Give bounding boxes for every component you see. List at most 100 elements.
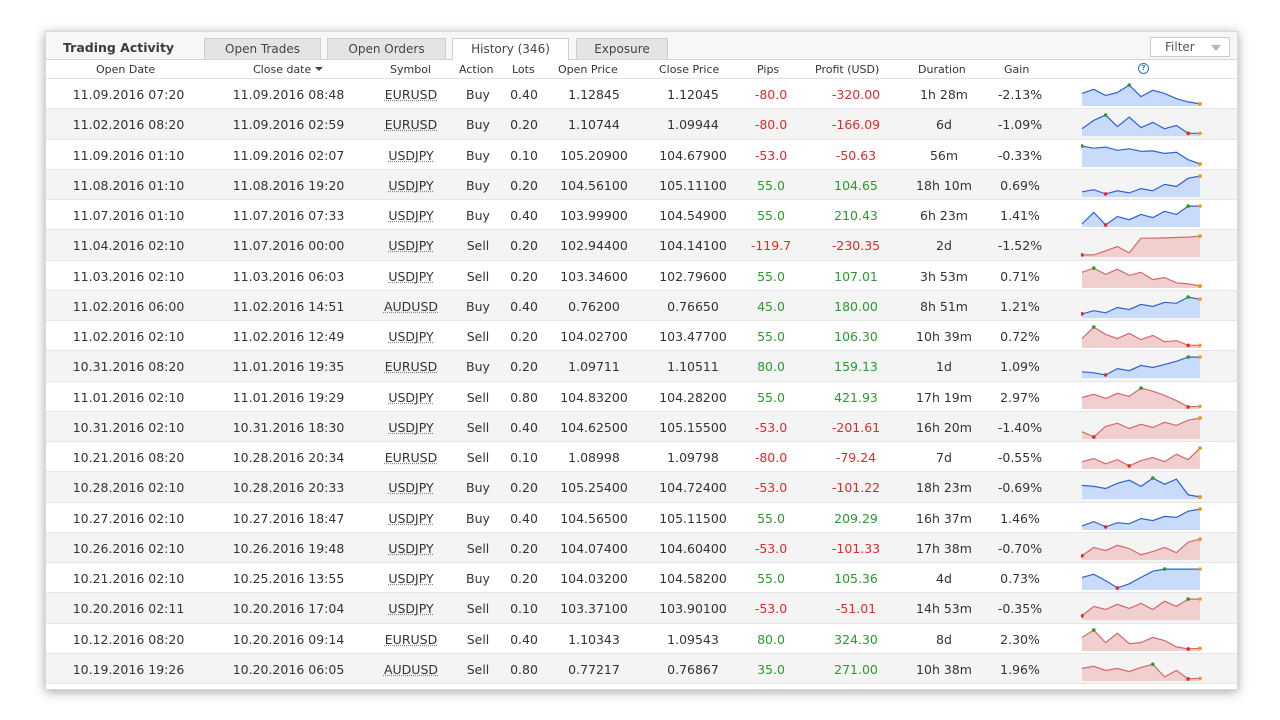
cell-lots: 0.80 [510,661,538,677]
cell-profit: -50.63 [835,147,877,163]
cell-symbol[interactable]: USDJPY [376,571,446,586]
col-profit[interactable]: Profit (USD) [815,63,879,76]
cell-close-date: 11.09.2016 02:07 [232,147,345,163]
sparkline-area [1082,478,1200,500]
col-symbol[interactable]: Symbol [390,63,431,76]
cell-lots: 0.20 [510,238,538,254]
table-row[interactable]: 10.21.2016 02:10 10.25.2016 13:55 USDJPY Bu… [46,563,1237,594]
cell-action: Sell [466,329,490,344]
table-row[interactable]: 11.01.2016 02:10 11.01.2016 19:29 USDJPY Se… [46,382,1237,412]
cell-symbol[interactable]: USDJPY [376,178,446,193]
cell-pips: -53.0 [754,147,788,163]
table-row[interactable]: 11.02.2016 06:00 11.02.2016 14:51 AUDUSD Bu… [46,290,1237,321]
cell-symbol[interactable]: AUDUSD [376,662,446,677]
table-row[interactable]: 10.26.2016 02:10 10.26.2016 19:48 USDJPY Se… [46,532,1237,563]
table-row[interactable]: 11.09.2016 01:10 11.09.2016 02:07 USDJPY Bu… [46,140,1237,170]
col-action[interactable]: Action [459,63,493,76]
col-duration[interactable]: Duration [918,63,966,76]
cell-action: Buy [466,117,490,133]
sparkline-end-dot [1198,446,1202,450]
col-close-price[interactable]: Close Price [659,63,719,76]
cell-symbol[interactable]: USDJPY [376,208,446,223]
sparkline-low-dot [1103,191,1108,196]
cell-open-price: 104.83200 [560,389,628,405]
table-row[interactable]: 11.08.2016 01:10 11.08.2016 19:20 USDJPY Bu… [46,169,1237,200]
cell-pips: 35.0 [757,661,785,677]
trade-sparkline [1081,83,1202,106]
sparkline-end-dot [1198,297,1202,301]
tab-open-orders[interactable]: Open Orders [327,38,446,59]
cell-duration: 1d [936,359,952,375]
table-row[interactable]: 10.28.2016 02:10 10.28.2016 20:33 USDJPY Bu… [46,472,1237,503]
trade-sparkline [1081,325,1202,348]
table-row[interactable]: 10.20.2016 02:11 10.20.2016 17:04 USDJPY Se… [46,593,1237,624]
tab-exposure[interactable]: Exposure [576,38,668,59]
table-row[interactable]: 11.07.2016 01:10 11.07.2016 07:33 USDJPY Bu… [46,200,1237,231]
table-row[interactable]: 11.03.2016 02:10 11.03.2016 06:03 USDJPY Se… [46,261,1237,291]
cell-close-price: 104.72400 [659,480,727,496]
cell-close-date: 11.09.2016 08:48 [232,87,345,102]
cell-pips: -53.0 [754,601,788,617]
cell-gain: 1.96% [1000,661,1040,677]
filter-label: Filter [1165,40,1195,54]
cell-symbol[interactable]: USDJPY [376,269,446,284]
table-row[interactable]: 11.04.2016 02:10 11.07.2016 00:00 USDJPY Se… [46,230,1237,261]
col-open-price[interactable]: Open Price [558,63,618,76]
cell-close-price: 1.12045 [667,87,719,102]
cell-symbol[interactable]: USDJPY [376,480,446,495]
trade-sparkline [1081,265,1202,288]
cell-open-price: 104.07400 [560,540,628,556]
cell-symbol[interactable]: EURUSD [376,87,446,102]
cell-symbol[interactable]: EURUSD [376,450,446,465]
table-row[interactable]: 10.21.2016 08:20 10.28.2016 20:34 EURUSD Se… [46,442,1237,473]
cell-open-date: 11.02.2016 08:20 [72,117,185,133]
col-pips[interactable]: Pips [757,63,779,76]
cell-pips: 45.0 [757,298,785,314]
cell-symbol[interactable]: USDJPY [376,329,446,344]
col-open-date[interactable]: Open Date [96,63,155,76]
col-close-date[interactable]: Close date [253,63,324,76]
table-row[interactable]: 10.27.2016 02:10 10.27.2016 18:47 USDJPY Bu… [46,503,1237,533]
cell-symbol[interactable]: USDJPY [376,390,446,405]
trade-sparkline [1081,567,1202,590]
table-row[interactable]: 10.31.2016 02:10 10.31.2016 18:30 USDJPY Se… [46,411,1237,442]
cell-symbol[interactable]: USDJPY [376,511,446,526]
cell-symbol[interactable]: USDJPY [376,148,446,163]
cell-symbol[interactable]: USDJPY [376,238,446,253]
cell-symbol[interactable]: EURUSD [376,359,446,374]
cell-close-price: 104.60400 [659,540,727,556]
col-lots[interactable]: Lots [512,63,535,76]
cell-symbol[interactable]: EURUSD [376,117,446,132]
cell-gain: 1.46% [1000,510,1040,526]
table-row[interactable]: 11.09.2016 07:20 11.09.2016 08:48 EURUSD Bu… [46,79,1237,110]
cell-symbol[interactable]: USDJPY [376,420,446,435]
tab-open-trades[interactable]: Open Trades [204,38,321,59]
trade-sparkline [1081,537,1202,560]
cell-close-price: 102.79600 [659,268,727,284]
sparkline-area [1082,417,1200,439]
cell-symbol[interactable]: USDJPY [376,541,446,556]
cell-symbol[interactable]: AUDUSD [376,299,446,314]
trade-sparkline [1081,476,1202,500]
cell-symbol[interactable]: USDJPY [376,601,446,616]
table-row[interactable]: 10.19.2016 19:26 10.20.2016 06:05 AUDUSD Se… [46,653,1237,684]
col-gain[interactable]: Gain [1004,63,1029,76]
sparkline-end-dot [1198,234,1202,239]
table-row[interactable]: 10.31.2016 08:20 11.01.2016 19:35 EURUSD Bu… [46,351,1237,382]
cell-open-date: 11.08.2016 01:10 [72,177,185,193]
cell-close-date: 11.07.2016 07:33 [232,208,345,223]
table-row[interactable]: 11.02.2016 08:20 11.09.2016 02:59 EURUSD Bu… [46,109,1237,140]
cell-gain: -0.35% [997,601,1043,617]
table-row[interactable]: 11.02.2016 02:10 11.02.2016 12:49 USDJPY Se… [46,321,1237,352]
cell-profit: 180.00 [834,298,878,314]
cell-duration: 16h 37m [916,510,972,526]
help-circle-icon[interactable]: ? [1138,63,1149,74]
cell-gain: 0.69% [1000,177,1040,193]
cell-open-price: 105.25400 [560,480,628,496]
cell-symbol[interactable]: EURUSD [376,632,446,647]
table-row[interactable]: 10.12.2016 08:20 10.20.2016 09:14 EURUSD Se… [46,624,1237,654]
filter-dropdown[interactable]: Filter [1150,37,1230,57]
sparkline-end-dot [1198,102,1202,106]
cell-pips: 80.0 [757,631,785,647]
tab-history[interactable]: History (346) [452,38,569,60]
